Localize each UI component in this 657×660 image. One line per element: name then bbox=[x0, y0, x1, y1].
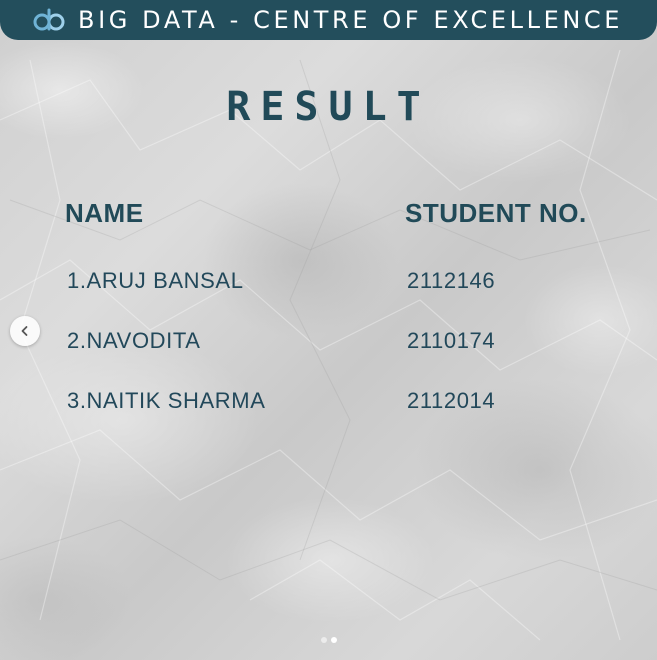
carousel-indicator bbox=[0, 637, 657, 643]
table-row: 3.NAITIK SHARMA 2112014 bbox=[0, 388, 657, 416]
student-name: 3.NAITIK SHARMA bbox=[67, 388, 266, 413]
carousel-dot-active[interactable] bbox=[330, 637, 337, 643]
column-header-student-no: STUDENT NO. bbox=[405, 198, 587, 228]
student-number: 2110174 bbox=[407, 328, 496, 353]
student-name: 2.NAVODITA bbox=[67, 328, 201, 353]
big-data-logo-icon bbox=[32, 8, 66, 32]
table-row: 1.ARUJ BANSAL 2112146 bbox=[0, 268, 657, 296]
column-header-name: NAME bbox=[65, 198, 144, 228]
student-number: 2112014 bbox=[407, 388, 496, 413]
table-row: 2.NAVODITA 2110174 bbox=[0, 328, 657, 356]
carousel-dot[interactable] bbox=[320, 637, 327, 643]
chevron-left-icon bbox=[21, 326, 28, 336]
header-title: BIG DATA - CENTRE OF EXCELLENCE bbox=[78, 6, 624, 34]
student-name: 1.ARUJ BANSAL bbox=[67, 268, 244, 293]
header-bar: BIG DATA - CENTRE OF EXCELLENCE bbox=[0, 0, 657, 40]
carousel-prev-button[interactable] bbox=[10, 316, 40, 346]
student-number: 2112146 bbox=[407, 268, 496, 293]
page-title: RESULT bbox=[226, 84, 431, 130]
